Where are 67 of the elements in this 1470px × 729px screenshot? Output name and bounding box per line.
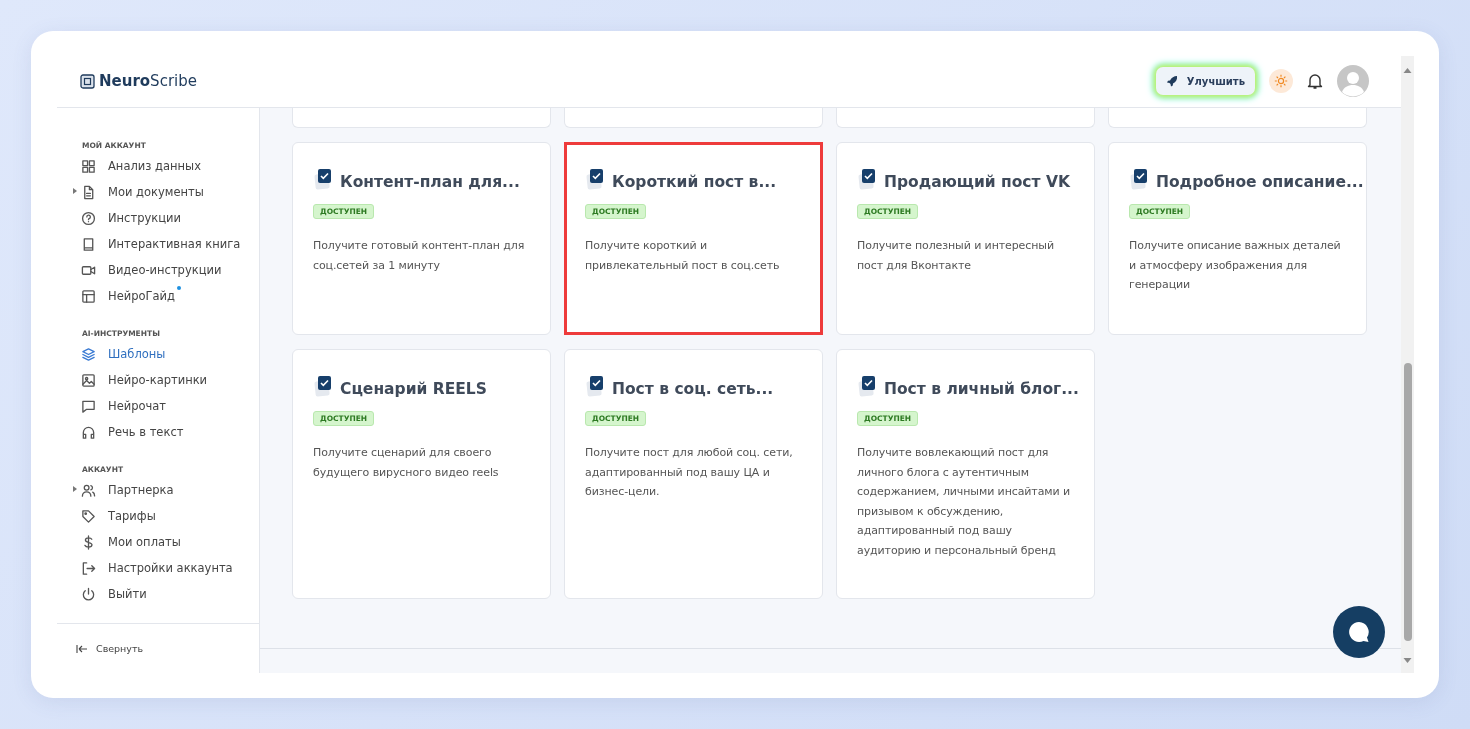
logo-icon [80,73,95,89]
tag-icon [81,508,96,524]
chat-icon [81,398,96,414]
sidebar-item[interactable]: Нейрочат [57,393,259,419]
grid-icon [81,158,96,174]
user-avatar[interactable] [1337,65,1369,97]
scroll-up-icon[interactable] [1403,66,1412,75]
collapse-arrow-icon [76,643,88,654]
sidebar-item[interactable]: Настройки аккаунта [57,555,259,581]
scrollbar[interactable] [1401,56,1414,673]
upgrade-button[interactable]: Улучшить [1155,67,1255,95]
collapse-button[interactable]: Свернуть [57,623,259,673]
scrollbar-thumb[interactable] [1403,363,1412,641]
chat-bubble-icon [1347,620,1371,644]
sidebar-item[interactable]: Анализ данных [57,153,259,179]
help-icon [81,210,96,226]
rocket-icon [1165,75,1178,87]
sun-icon [1274,74,1288,88]
sidebar-item[interactable]: Речь в текст [57,419,259,445]
card-title: Короткий пост в... [612,173,777,191]
layers-icon [81,346,96,362]
checkbox-icon [585,375,605,399]
sidebar-item[interactable]: Мои документы [57,179,259,205]
layout-icon [81,288,96,304]
checkbox-icon [313,168,333,192]
theme-toggle[interactable] [1269,69,1293,93]
card-title: Подробное описание... [1156,173,1364,191]
card-title: Контент-план для... [340,173,520,191]
sidebar-item[interactable]: Шаблоны [57,341,259,367]
sidebar-item[interactable]: Тарифы [57,503,259,529]
scroll-down-icon[interactable] [1403,656,1412,665]
card-description: Получите сценарий для своего будущего вирусного видео reels [313,445,500,481]
card-description: Получите пост для любой соц. сети, адаптированный под вашу ЦА и бизнес-цели. [585,445,794,500]
checkbox-icon [857,375,877,399]
card-description: Получите вовлекающий пост для личного блога с аутентичным содержанием, личными инсайтами и призывом к обсуждению, адаптированный под вашу аудиторию и персональный бренд [857,445,1071,559]
sidebar-item[interactable]: Видео-инструкции [57,257,259,283]
card-description: Получите короткий и привлекательный пост в соц.сеть [585,238,781,274]
card-description: Получите полезный и интересный пост для Вконтакте [857,238,1055,274]
book-icon [81,236,96,252]
expand-caret-icon[interactable] [73,188,77,194]
headphones-icon [81,424,96,440]
expand-caret-icon[interactable] [73,486,77,492]
sidebar-item[interactable]: Инструкции [57,205,259,231]
sidebar-item[interactable]: НейроГайд [57,283,259,309]
card-title: Продающий пост VK [884,173,1070,191]
users-icon [81,482,96,498]
sidebar-item[interactable]: Интерактивная книга [57,231,259,257]
notification-bell-icon[interactable] [1307,72,1323,90]
checkbox-icon [313,375,333,399]
power-icon [81,586,96,602]
document-icon [81,184,96,200]
card-title: Пост в личный блог... [884,380,1079,398]
card-title: Пост в соц. сеть... [612,380,774,398]
checkbox-icon [857,168,877,192]
image-icon [81,372,96,388]
card-description: Получите готовый контент-план для соц.сетей за 1 минуту [313,238,526,274]
sidebar-item[interactable]: Выйти [57,581,259,607]
sidebar-item[interactable]: Мои оплаты [57,529,259,555]
dollar-icon [81,534,96,550]
card-title: Сценарий REELS [340,380,487,398]
checkbox-icon [585,168,605,192]
logout-icon [81,560,96,576]
card-description: Получите описание важных деталей и атмосферу изображения для генерации [1129,238,1342,293]
sidebar-item[interactable]: Партнерка [57,477,259,503]
brand-logo[interactable]: NeuroScribe [99,72,197,90]
sidebar-item[interactable]: Нейро-картинки [57,367,259,393]
checkbox-icon [1129,168,1149,192]
